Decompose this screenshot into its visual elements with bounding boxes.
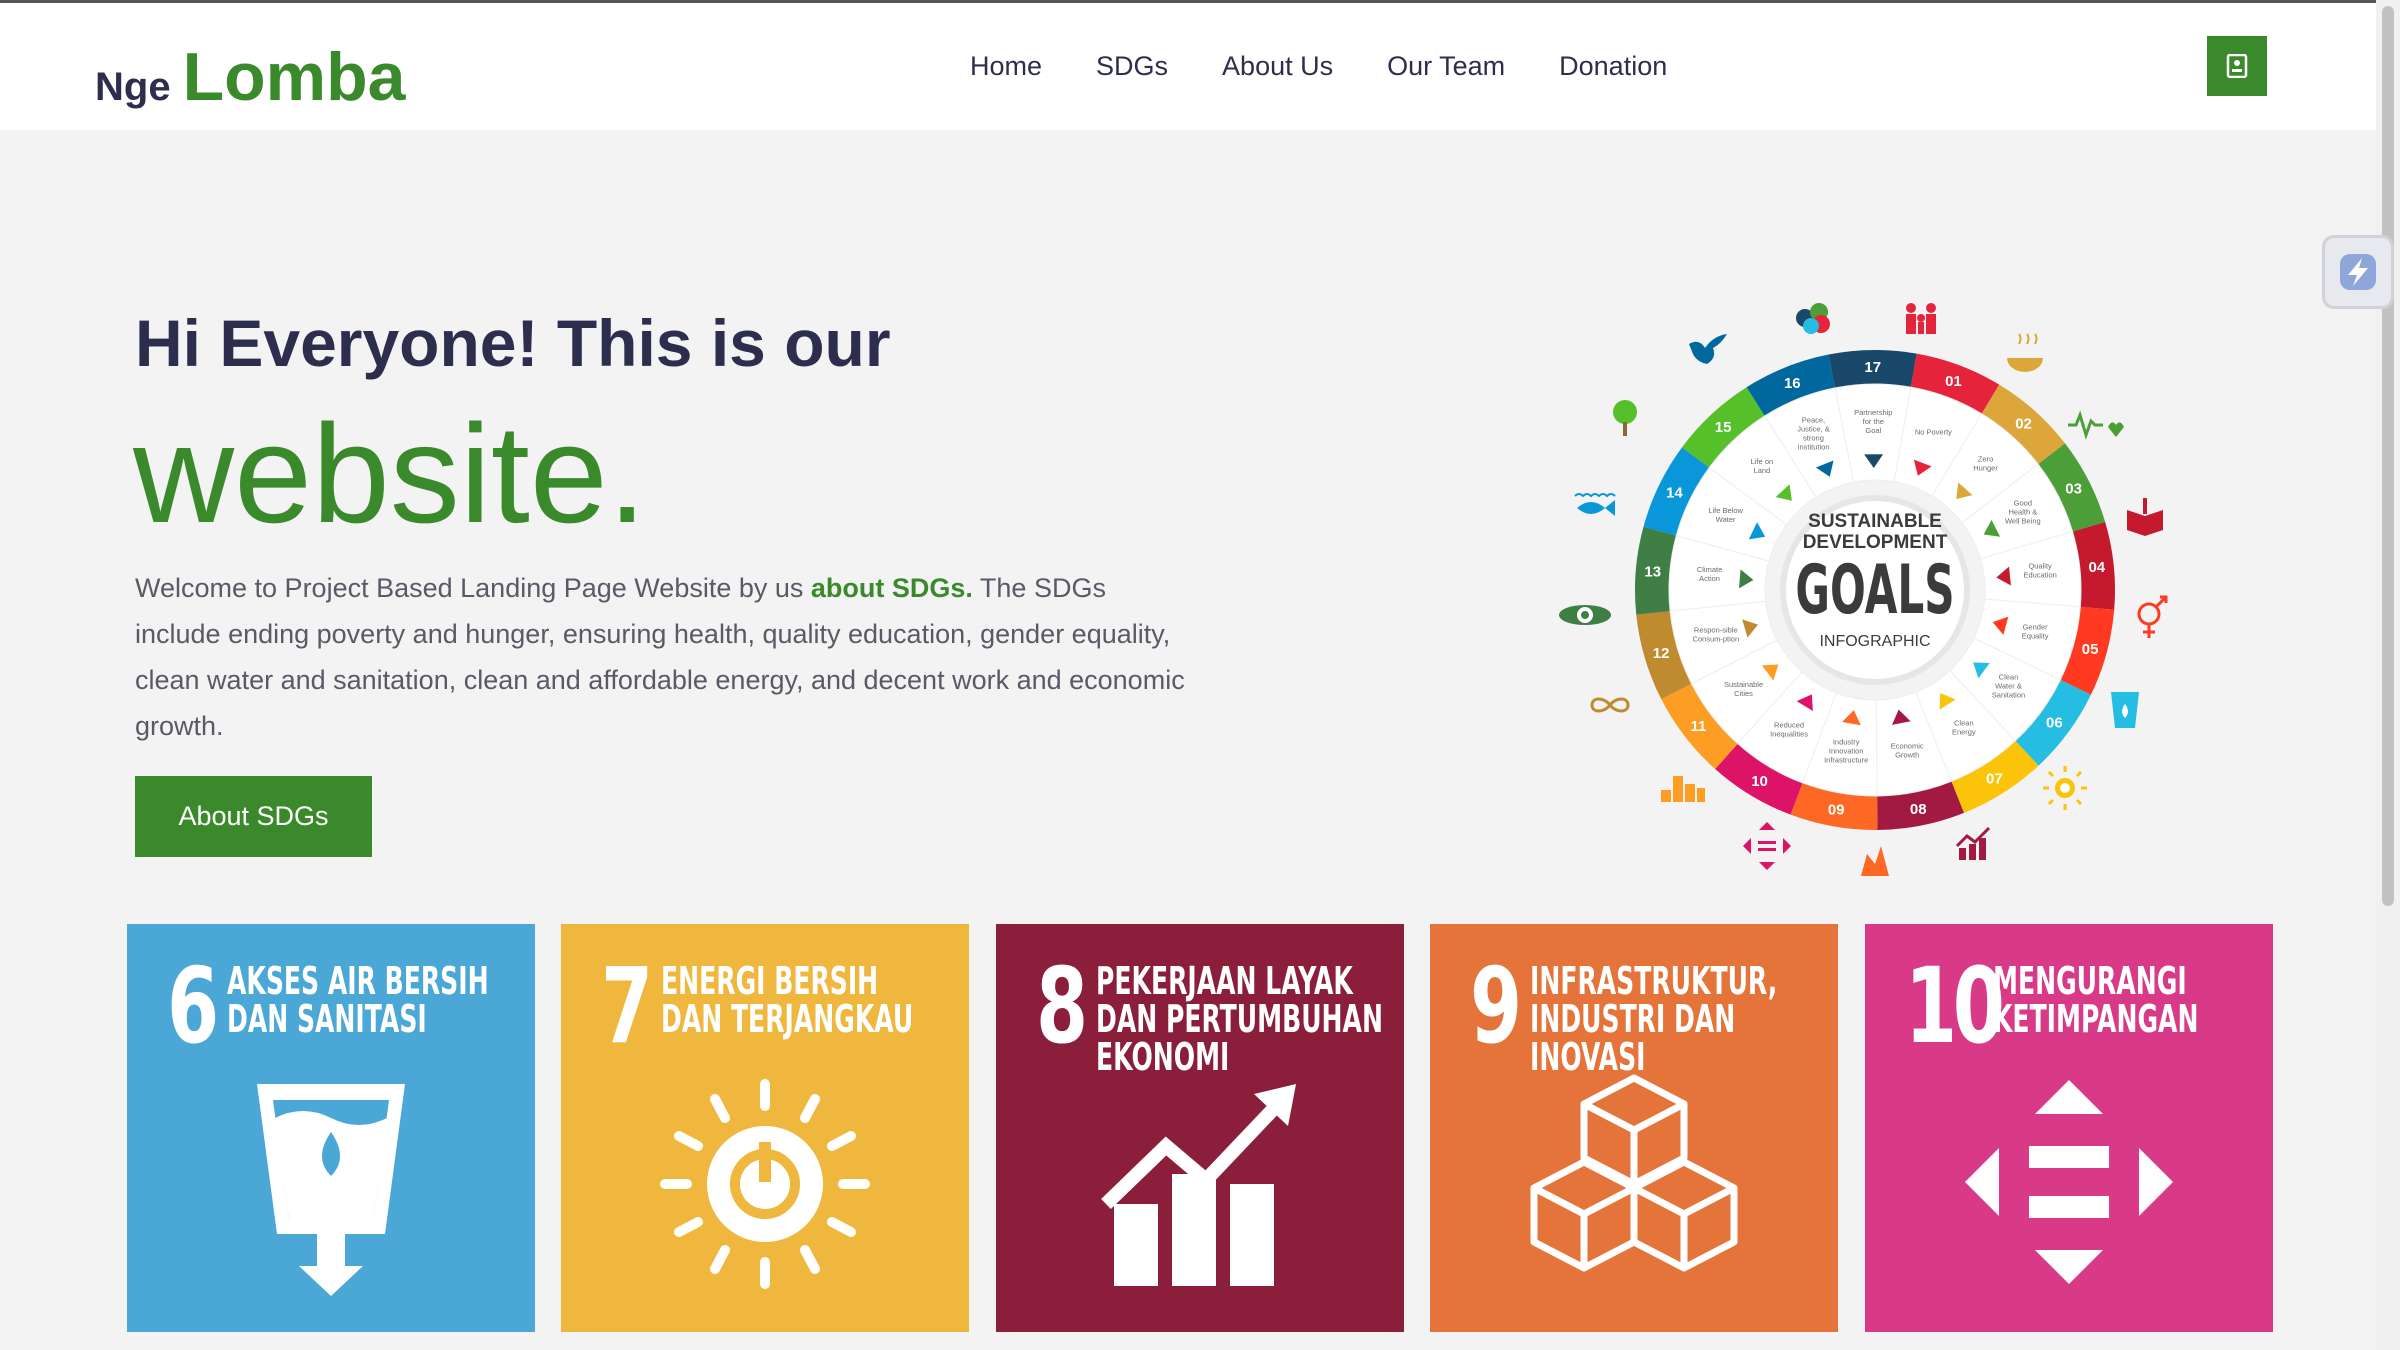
hero-highlight-word: website (133, 395, 608, 552)
sdg-tile-7[interactable]: 7 ENERGI BERSIH DAN TERJANGKAU (561, 924, 969, 1332)
wheel-label: No Poverty (1915, 428, 1952, 437)
wheel-number: 08 (1910, 801, 1927, 818)
quality-education-icon (2127, 498, 2163, 536)
hero-description: Welcome to Project Based Landing Page We… (135, 565, 1185, 749)
hero-heading: Hi Everyone! This is our (135, 306, 891, 380)
wheel-label: Economic Growth (1891, 741, 1924, 759)
sdg-tile-8[interactable]: 8 PEKERJAAN LAYAK DAN PERTUMBUHAN EKONOM… (996, 924, 1404, 1332)
floating-extension-button[interactable] (2322, 235, 2394, 309)
tile-number: 6 (167, 945, 219, 1067)
wheel-label: Peace, Justice, & strong Institution (1797, 415, 1830, 451)
tile-title: AKSES AIR BERSIH DAN SANITASI (227, 959, 489, 1041)
wheel-number: 12 (1653, 645, 1670, 662)
infographic-line3: GOALS (1795, 550, 1954, 629)
nav-about-us[interactable]: About Us (1222, 51, 1333, 82)
wheel-number: 13 (1644, 564, 1661, 581)
hero-highlight: website. (133, 400, 647, 547)
wheel-number: 10 (1751, 773, 1768, 790)
clean-water-icon (2111, 692, 2139, 728)
tile-title: PEKERJAAN LAYAK DAN PERTUMBUHAN EKONOMI (1096, 959, 1383, 1079)
about-sdgs-button[interactable]: About SDGs (135, 776, 372, 857)
wheel-label: Reduced Inequalities (1770, 721, 1808, 739)
wheel-number: 09 (1828, 802, 1845, 819)
wheel-number: 02 (2015, 416, 2032, 433)
nav-home[interactable]: Home (970, 51, 1042, 82)
tile-title: ENERGI BERSIH DAN TERJANGKAU (661, 959, 914, 1041)
life-on-land-icon (1613, 400, 1637, 436)
zero-hunger-icon (2007, 333, 2043, 372)
sdg-tile-10[interactable]: 10 MENGURANGI KETIMPANGAN (1865, 924, 2273, 1332)
contact-button[interactable] (2207, 36, 2267, 96)
hero-desc-highlight: about SDGs. (810, 573, 973, 603)
reduced-inequalities-icon (1743, 822, 1791, 870)
clean-energy-icon (2043, 766, 2087, 810)
contact-card-icon (2226, 54, 2248, 78)
main-nav: Home SDGs About Us Our Team Donation (970, 51, 1667, 82)
tile-number: 7 (601, 945, 653, 1067)
sdg-infographic: 01No Poverty 02Zero Hunger03Good Health & We… (1559, 303, 2168, 876)
infographic-line4: INFOGRAPHIC (1819, 633, 1930, 650)
logo-prefix: Nge (95, 65, 171, 109)
wheel-label: Gender Equality (2022, 622, 2049, 640)
wheel-label: Clean Energy (1952, 719, 1976, 737)
wheel-label: Quality Education (2023, 561, 2056, 579)
sun-power-icon (660, 1079, 870, 1289)
nav-our-team[interactable]: Our Team (1387, 51, 1505, 82)
tile-number: 8 (1036, 945, 1088, 1067)
tile-title: INFRASTRUKTUR, INDUSTRI DAN INOVASI (1530, 959, 1778, 1079)
tile-title: MENGURANGI KETIMPANGAN (1993, 959, 2199, 1041)
wheel-number: 05 (2082, 641, 2099, 658)
infographic-line1: SUSTAINABLE (1808, 511, 1942, 532)
logo-main: Lomba (182, 39, 406, 115)
industry-icon (1861, 846, 1889, 876)
tile-number: 9 (1470, 945, 1522, 1067)
wheel-label: Life on Land (1751, 457, 1774, 475)
site-header: Nge Lomba Home SDGs About Us Our Team Don… (0, 3, 2376, 130)
responsible-consumption-icon (1590, 697, 1630, 713)
scrollbar-thumb[interactable] (2382, 6, 2394, 906)
lightning-icon (2340, 254, 2376, 290)
partnership-icon (1796, 303, 1830, 334)
wheel-number: 06 (2046, 715, 2063, 732)
cubes-icon (1530, 1074, 1738, 1272)
economic-growth-icon (1955, 826, 1991, 860)
wheel-number: 04 (2088, 559, 2105, 576)
tile-number: 10 (1905, 945, 2005, 1067)
good-health-icon (2068, 410, 2124, 440)
page-scrollbar[interactable] (2376, 0, 2400, 1350)
growth-chart-icon (1101, 1084, 1296, 1286)
wheel-number: 03 (2065, 481, 2082, 498)
gender-equality-icon (2137, 595, 2168, 638)
climate-action-icon (1559, 605, 1611, 625)
peace-icon (1689, 334, 1727, 364)
hero-highlight-dot: . (607, 395, 647, 552)
nav-sdgs[interactable]: SDGs (1096, 51, 1168, 82)
sdg-tile-6[interactable]: 6 AKSES AIR BERSIH DAN SANITASI (127, 924, 535, 1332)
arrows-equal-icon (1965, 1080, 2173, 1284)
life-below-water-icon (1574, 493, 1616, 516)
wheel-number: 17 (1864, 359, 1881, 376)
wheel-number: 14 (1666, 485, 1683, 502)
wheel-number: 07 (1986, 770, 2003, 787)
sustainable-cities-icon (1661, 776, 1705, 802)
wheel-number: 16 (1784, 375, 1801, 392)
wheel-number: 01 (1945, 373, 1962, 390)
no-poverty-icon (1906, 303, 1936, 334)
wheel-number: 15 (1715, 419, 1732, 436)
water-glass-icon (257, 1084, 405, 1296)
site-logo[interactable]: Nge Lomba (95, 38, 405, 116)
nav-donation[interactable]: Donation (1559, 51, 1667, 82)
sdg-tile-9[interactable]: 9 INFRASTRUKTUR, INDUSTRI DAN INOVASI (1430, 924, 1838, 1332)
wheel-label: Climate Action (1697, 565, 1722, 583)
wheel-label: Respon-sible Consum-ption (1692, 626, 1739, 644)
wheel-number: 11 (1691, 718, 1707, 735)
hero-desc-intro: Welcome to Project Based Landing Page We… (135, 573, 811, 603)
